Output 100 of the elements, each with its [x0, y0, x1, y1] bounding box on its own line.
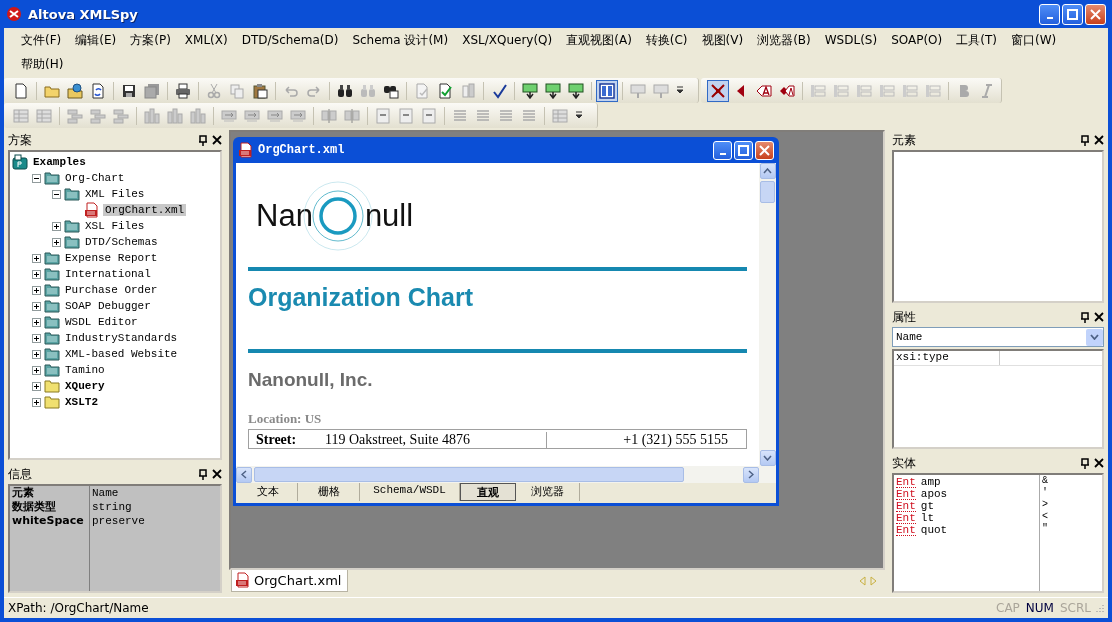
- vertical-align-icon[interactable]: [398, 107, 414, 124]
- close-button[interactable]: [1085, 3, 1106, 25]
- tree-item[interactable]: SOAP Debugger: [63, 300, 153, 312]
- letter-tag-icon[interactable]: [756, 82, 772, 99]
- expand-toggle[interactable]: [32, 173, 41, 183]
- save-icon[interactable]: [121, 82, 137, 99]
- menu-item[interactable]: XML(X): [177, 31, 235, 49]
- expand-toggle[interactable]: [32, 253, 41, 263]
- close-icon[interactable]: [1094, 135, 1104, 145]
- menu-item[interactable]: 方案(P): [123, 29, 178, 51]
- merge-cells-icon[interactable]: [267, 107, 283, 124]
- tree-item[interactable]: International: [63, 268, 153, 280]
- expand-toggle[interactable]: [32, 365, 41, 375]
- cross-icon[interactable]: [710, 82, 726, 99]
- document-check-icon[interactable]: [414, 82, 430, 99]
- expand-toggle[interactable]: [32, 269, 41, 279]
- expand-toggle[interactable]: [32, 317, 41, 327]
- scroll-right-icon[interactable]: [748, 470, 754, 479]
- expand-toggle[interactable]: [32, 381, 41, 391]
- expand-toggle[interactable]: [32, 349, 41, 359]
- tag-arrow-icon[interactable]: [568, 82, 584, 99]
- split-cells-icon[interactable]: [344, 107, 360, 124]
- tree-item[interactable]: Org-Chart: [63, 172, 127, 184]
- vertical-align-icon[interactable]: [421, 107, 437, 124]
- close-icon[interactable]: [1094, 458, 1104, 468]
- scroll-down-icon[interactable]: [763, 455, 772, 461]
- tree-item[interactable]: Expense Report: [63, 252, 160, 264]
- vertical-align-icon[interactable]: [375, 107, 391, 124]
- letter-tags-icon[interactable]: [779, 82, 795, 99]
- menu-item[interactable]: XSL/XQuery(Q): [455, 31, 560, 49]
- tree-item[interactable]: DTD/Schemas: [83, 236, 160, 248]
- view-tab[interactable]: 栅格: [298, 483, 360, 501]
- vertical-scrollbar[interactable]: [759, 163, 776, 466]
- expand-toggle[interactable]: [32, 301, 41, 311]
- menu-item[interactable]: 工具(T): [949, 29, 1004, 51]
- menu-item[interactable]: 文件(F): [14, 29, 69, 51]
- tree-item[interactable]: Purchase Order: [63, 284, 160, 296]
- close-icon[interactable]: [1094, 312, 1104, 322]
- menu-item[interactable]: 窗口(W): [1003, 29, 1064, 51]
- document-check-icon[interactable]: [437, 82, 453, 99]
- merge-cells-icon[interactable]: [221, 107, 237, 124]
- menu-item[interactable]: 编辑(E): [68, 29, 124, 51]
- menu-item[interactable]: 直观视图(A): [559, 29, 639, 51]
- pin-icon[interactable]: [1080, 134, 1090, 146]
- pin-icon[interactable]: [198, 468, 208, 480]
- scroll-thumb[interactable]: [254, 467, 684, 482]
- split-cells-icon[interactable]: [321, 107, 337, 124]
- tree-item[interactable]: IndustryStandards: [63, 332, 180, 344]
- menu-item[interactable]: 视图(V): [694, 29, 751, 51]
- tree-item[interactable]: XSL Files: [83, 220, 147, 232]
- tree-item[interactable]: XML-based Website: [63, 348, 180, 360]
- close-icon[interactable]: [212, 135, 222, 145]
- resize-grip-icon[interactable]: [1094, 603, 1104, 613]
- check-mark-icon[interactable]: [491, 82, 507, 99]
- tree-item[interactable]: XSLT2: [63, 396, 100, 408]
- pin-icon[interactable]: [198, 134, 208, 146]
- expand-toggle[interactable]: [52, 237, 61, 247]
- menu-item[interactable]: DTD/Schema(D): [234, 31, 346, 49]
- close-button[interactable]: [755, 140, 774, 160]
- menu-item[interactable]: WSDL(S): [817, 31, 885, 49]
- tag-arrow-icon[interactable]: [522, 82, 538, 99]
- minimize-button[interactable]: [713, 140, 732, 160]
- menu-item[interactable]: Schema 设计(M): [345, 29, 456, 51]
- scroll-thumb[interactable]: [760, 181, 775, 203]
- pin-icon[interactable]: [1080, 311, 1090, 323]
- expand-toggle[interactable]: [52, 189, 61, 199]
- expand-toggle[interactable]: [52, 221, 61, 231]
- tree-item[interactable]: Tamino: [63, 364, 107, 376]
- tree-item[interactable]: XQuery: [63, 380, 107, 392]
- minimize-button[interactable]: [1039, 3, 1060, 25]
- tree-item[interactable]: WSDL Editor: [63, 316, 140, 328]
- menu-item[interactable]: 转换(C): [638, 29, 695, 51]
- merge-cells-icon[interactable]: [290, 107, 306, 124]
- expand-toggle[interactable]: [32, 285, 41, 295]
- stacked-disks-icon[interactable]: [144, 82, 160, 99]
- menu-item[interactable]: 帮助(H): [14, 53, 71, 75]
- close-icon[interactable]: [212, 469, 222, 479]
- maximize-button[interactable]: [1062, 3, 1083, 25]
- expand-toggle[interactable]: [32, 333, 41, 343]
- horizontal-scrollbar[interactable]: [236, 466, 776, 483]
- pin-icon[interactable]: [1080, 457, 1090, 469]
- new-document-icon[interactable]: [13, 82, 29, 99]
- document-tab[interactable]: OrgChart.xml: [231, 570, 349, 592]
- tag-arrow-icon[interactable]: [545, 82, 561, 99]
- tree-item[interactable]: Examples: [31, 156, 88, 168]
- view-tab[interactable]: 浏览器: [516, 483, 580, 501]
- element-dropdown[interactable]: Name: [892, 327, 1104, 347]
- split-panel-icon[interactable]: [599, 82, 615, 99]
- view-tab[interactable]: 文本: [238, 483, 298, 501]
- binoculars-icon[interactable]: [337, 82, 353, 99]
- menu-item[interactable]: 浏览器(B): [750, 29, 818, 51]
- scroll-left-icon[interactable]: [241, 470, 247, 479]
- tree-item[interactable]: OrgChart.xml: [103, 204, 187, 216]
- globe-folder-icon[interactable]: [67, 82, 83, 99]
- merge-cells-icon[interactable]: [244, 107, 260, 124]
- maximize-button[interactable]: [734, 140, 753, 160]
- paste-icon[interactable]: [252, 82, 268, 99]
- expand-toggle[interactable]: [32, 397, 41, 407]
- tree-item[interactable]: XML Files: [83, 188, 147, 200]
- document-arrows-icon[interactable]: [90, 82, 106, 99]
